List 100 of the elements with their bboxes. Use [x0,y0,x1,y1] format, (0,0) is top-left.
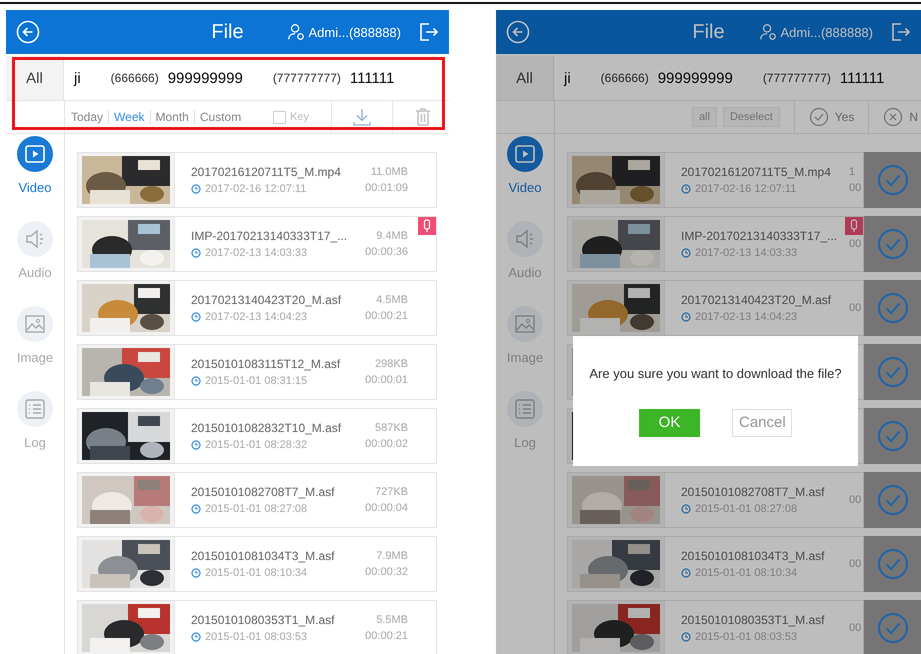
file-card[interactable]: 20170213140423T20_M.asf 2017-02-13 14:04:23 4.5MB 00:00:21 [77,280,437,336]
check-circle-icon[interactable] [876,548,908,580]
file-size: 727KB [374,486,408,498]
select-panel[interactable] [864,344,921,400]
file-size: 9.4MB [376,230,408,242]
file-duration: 00:00:04 [365,502,408,514]
clock-icon [681,184,691,194]
device-name[interactable]: ji [74,70,81,86]
category-button[interactable] [17,391,53,427]
category-button[interactable] [17,136,53,172]
file-duration: 00:00:21 [365,630,408,642]
file-size: 11.0MB [370,166,408,178]
download-icon[interactable] [352,107,372,127]
back-icon[interactable] [506,20,530,44]
period-tab[interactable]: Week [113,108,146,126]
select-panel[interactable] [864,216,921,272]
file-card[interactable]: 20150101081034T3_M.asf 2015-01-01 08:10:34 00 [567,536,864,592]
period-tab[interactable]: Custom [198,108,242,126]
file-card[interactable]: IMP-20170213140333T17_... 2017-02-13 14:03:33 00 [567,216,864,272]
device-name[interactable]: 999999999 [658,70,733,86]
page-title: File [211,20,244,44]
file-card[interactable]: 20170213140423T20_M.asf 2017-02-13 14:04:23 00 [567,280,864,336]
select-panel[interactable] [864,152,921,208]
device-code[interactable]: (777777777) [762,71,831,85]
back-icon[interactable] [16,20,40,44]
check-circle-icon[interactable] [876,484,908,516]
file-card[interactable]: 20150101082708T7_M.asf 2015-01-01 08:27:08 727KB 00:00:04 [77,472,437,528]
file-size: 1 [849,166,856,178]
all-tab[interactable]: All [496,56,554,100]
check-circle-icon[interactable] [876,356,908,388]
file-card[interactable]: 20150101083115T12_M.asf 2015-01-01 08:31:15 298KB 00:00:01 [77,344,437,400]
file-card[interactable]: IMP-20170213140333T17_... 2017-02-13 14:03:33 9.4MB 00:00:36 [77,216,437,272]
clock-icon [681,312,691,322]
file-name: 20170213140423T20_M.asf [681,293,832,307]
device-code[interactable]: (777777777) [272,71,341,85]
file-card[interactable]: 20150101080353T1_M.asf 2015-01-01 08:03:53 00 [567,600,864,654]
cancel-button[interactable]: Cancel [732,408,792,436]
check-circle-icon[interactable] [876,228,908,260]
device-name[interactable]: 111111 [840,70,884,86]
category-button[interactable] [507,221,543,257]
user-name[interactable]: Admi...(888888) [308,24,401,40]
file-card[interactable]: 20150101081034T3_M.asf 2015-01-01 08:10:34 7.9MB 00:00:32 [77,536,437,592]
check-circle-icon[interactable] [876,612,908,644]
period-tab[interactable]: Month [154,108,190,126]
check-circle-icon[interactable] [808,107,829,127]
category-button[interactable] [17,221,53,257]
file-card[interactable]: 20150101082832T10_M.asf 2015-01-01 08:28:32 587KB 00:00:02 [77,408,437,464]
close-circle-icon[interactable] [883,107,904,127]
file-size: 5.5MB [376,614,408,626]
category-button[interactable] [506,306,543,342]
file-duration: 00:00:02 [365,438,408,450]
speaker-icon [514,228,536,250]
file-card[interactable]: 20170216120711T5_M.mp4 2017-02-16 12:07:11 11.0MB 00:01:09 [77,152,437,208]
file-name: 20150101081034T3_M.asf [191,549,336,563]
logout-icon[interactable] [417,21,439,43]
clock-icon [681,632,691,642]
category-label[interactable]: Video [18,180,52,195]
file-duration: 00:00:21 [365,310,408,322]
file-duration: 00:00:01 [365,374,408,386]
device-code[interactable]: (666666) [600,71,649,85]
select-button[interactable]: all [692,107,717,127]
clock-icon [191,504,201,514]
device-name[interactable]: ji [564,70,571,86]
image-icon [24,313,46,335]
file-name: 20170216120711T5_M.mp4 [191,165,342,179]
list-icon [514,398,536,420]
check-circle-icon[interactable] [876,164,908,196]
check-circle-icon[interactable] [876,292,908,324]
trash-icon[interactable] [413,107,433,127]
select-button[interactable]: Deselect [722,107,780,127]
video-icon [514,143,536,165]
select-panel[interactable] [864,280,921,336]
file-date: 2015-01-01 08:03:53 [695,631,798,643]
logout-icon[interactable] [889,21,911,43]
select-panel[interactable] [864,600,921,654]
category-button[interactable] [507,136,543,172]
ok-button[interactable]: OK [639,408,700,436]
file-card[interactable]: 20170216120711T5_M.mp4 2017-02-16 12:07:11 1 00 [567,152,864,208]
select-panel[interactable] [864,472,921,528]
file-size: 4.5MB [376,294,408,306]
category-button[interactable] [507,391,543,427]
device-code[interactable]: (666666) [110,71,159,85]
cancel-label[interactable]: N [909,110,918,124]
key-checkbox[interactable] [273,110,286,124]
select-panel[interactable] [864,536,921,592]
period-tab[interactable]: Today [70,108,104,126]
file-size: 298KB [374,358,408,370]
category-button[interactable] [16,306,53,342]
select-panel[interactable] [864,408,921,464]
file-card[interactable]: 20150101082708T7_M.asf 2015-01-01 08:27:08 00 [567,472,864,528]
device-name[interactable]: 999999999 [168,70,243,86]
user-name[interactable]: Admi...(888888) [780,24,873,40]
file-name: 20150101080353T1_M.asf [191,613,336,627]
device-name[interactable]: 111111 [350,70,394,86]
check-circle-icon[interactable] [876,420,908,452]
file-name: 20170216120711T5_M.mp4 [681,165,832,179]
confirm-label[interactable]: Yes [834,110,854,124]
file-name: 20150101081034T3_M.asf [681,549,826,563]
category-label[interactable]: Video [508,180,542,195]
file-card[interactable]: 20150101080353T1_M.asf 2015-01-01 08:03:53 5.5MB 00:00:21 [77,600,437,654]
